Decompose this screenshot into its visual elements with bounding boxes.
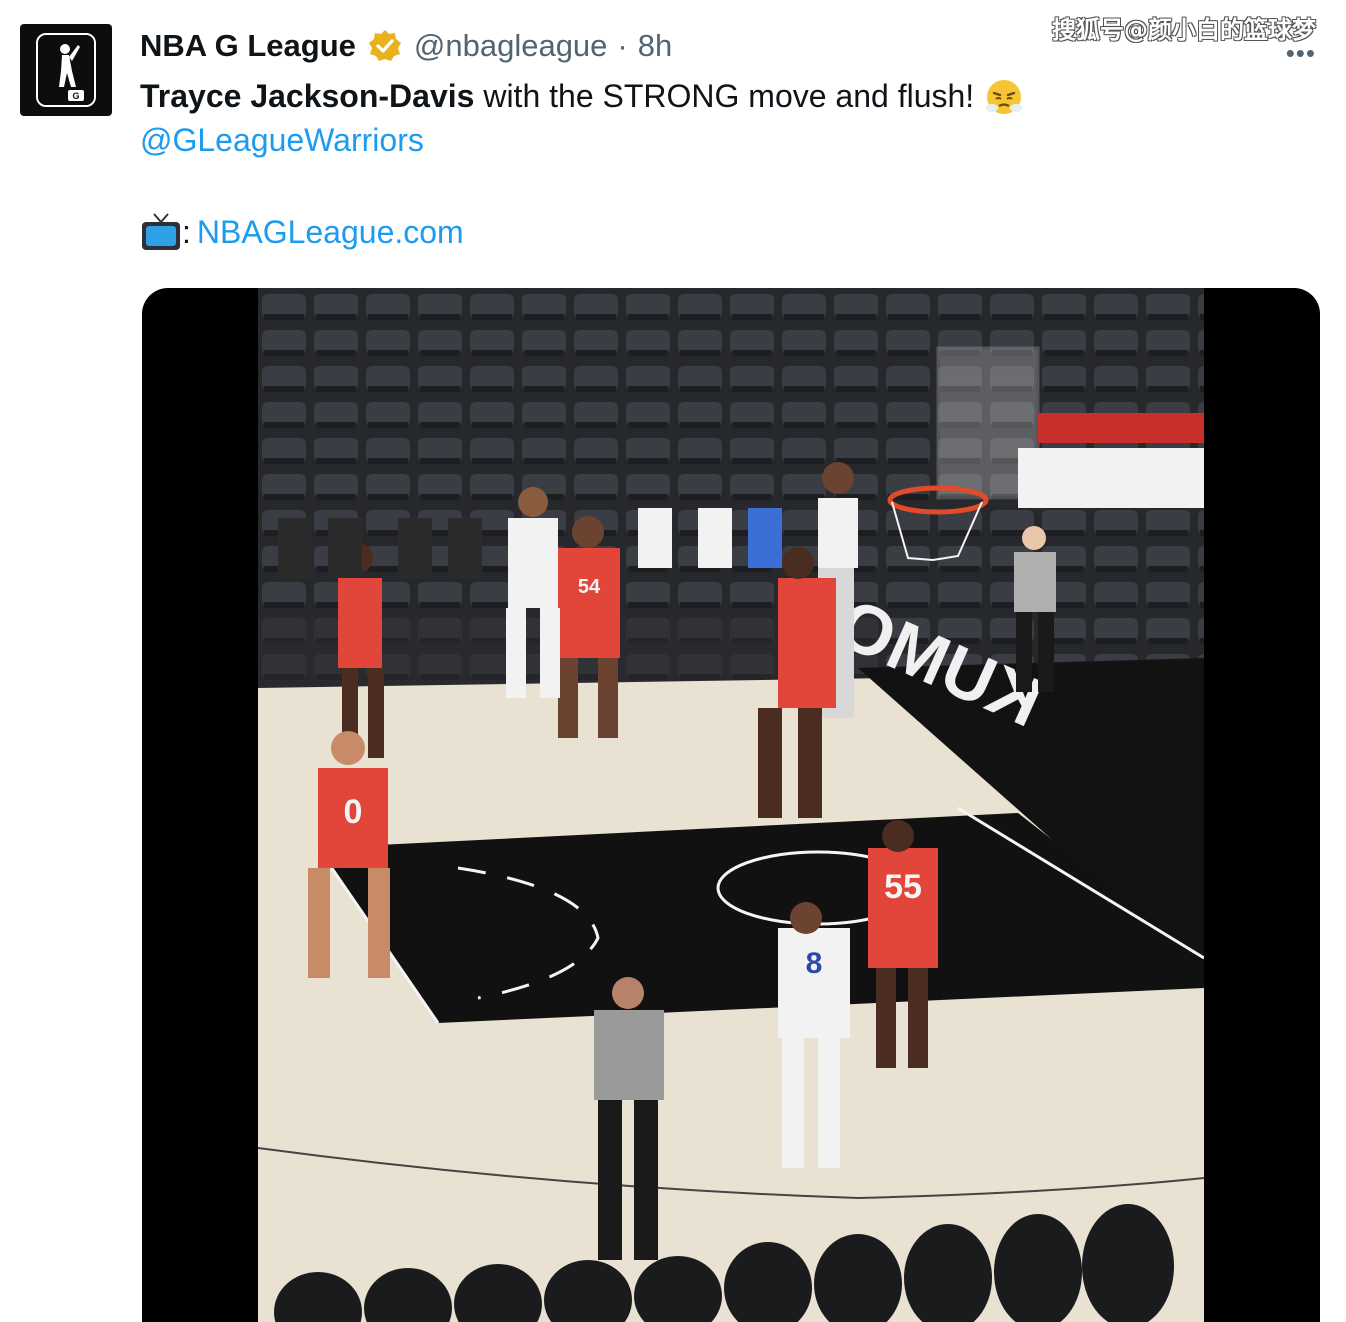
tweet-header: NBA G League @nbagleague · 8h: [140, 26, 672, 66]
verified-badge-icon: [368, 30, 401, 61]
website-link[interactable]: NBAGLeague.com: [197, 214, 464, 251]
tweet-text-rest: with the STRONG move and flush!: [474, 78, 975, 114]
avatar[interactable]: G: [20, 24, 112, 116]
g-league-logo-icon: G: [36, 33, 96, 107]
tv-colon: :: [182, 213, 191, 250]
video-frame: KUMO 0 54 55 8: [258, 288, 1204, 1322]
jersey-number: 0: [344, 793, 363, 831]
svg-text:G: G: [72, 91, 79, 101]
tweet-text: Trayce Jackson-Davis with the STRONG mov…: [140, 76, 1024, 116]
more-options-icon[interactable]: •••: [1286, 38, 1316, 69]
jersey-number: 54: [578, 576, 601, 598]
face-with-steam-emoji-icon: [986, 80, 1023, 114]
jersey-number: 55: [884, 868, 922, 906]
tv-icon: [142, 213, 180, 250]
separator-dot: ·: [617, 28, 628, 63]
tv-line: : NBAGLeague.com: [140, 212, 464, 252]
timestamp[interactable]: 8h: [638, 28, 672, 64]
watermark: 搜狐号@颜小白的篮球梦: [1052, 16, 1316, 44]
player-name: Trayce Jackson-Davis: [140, 78, 475, 114]
mention-link[interactable]: @GLeagueWarriors: [140, 122, 424, 159]
jersey-number: 8: [806, 947, 823, 980]
video-player[interactable]: KUMO 0 54 55 8: [142, 288, 1320, 1322]
account-handle[interactable]: @nbagleague: [414, 28, 608, 64]
display-name[interactable]: NBA G League: [140, 28, 356, 64]
